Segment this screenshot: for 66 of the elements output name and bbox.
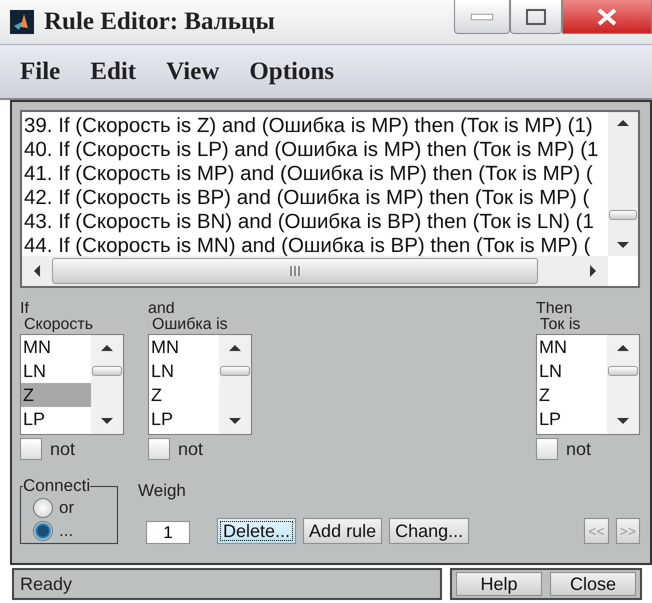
not-checkbox[interactable] — [20, 438, 42, 460]
checkbox-label: not — [50, 438, 76, 460]
maximize-button[interactable] — [510, 0, 562, 34]
scroll-left-icon[interactable] — [32, 265, 42, 277]
scroll-thumb[interactable] — [609, 210, 637, 220]
window-title: Rule Editor: Вальцы — [44, 8, 276, 36]
term-item[interactable]: Z — [21, 383, 91, 407]
group-label: Connecti — [23, 476, 90, 496]
scroll-thumb[interactable] — [92, 366, 122, 376]
list-scrollbar[interactable] — [91, 335, 123, 434]
menu-item[interactable]: File — [20, 58, 60, 86]
close-button[interactable] — [562, 0, 652, 34]
scroll-down-icon[interactable] — [229, 416, 241, 426]
scroll-up-icon[interactable] — [617, 118, 629, 128]
rule-item[interactable]: 40. If (Скорость is LP) and (Ошибка is MP) then (Ток is MP) (1 — [24, 138, 608, 162]
status-text: Ready — [12, 568, 442, 600]
list-scrollbar[interactable] — [219, 335, 251, 434]
action-button[interactable]: Delete... — [217, 518, 296, 544]
rule-list[interactable] — [20, 110, 640, 288]
list-scrollbar[interactable] — [607, 335, 639, 434]
scroll-down-icon[interactable] — [101, 416, 113, 426]
scroll-up-icon[interactable] — [617, 343, 629, 353]
term-list[interactable]: MN LN Z LP — [536, 334, 640, 435]
variable-label: Ошибка is — [151, 316, 229, 332]
scroll-up-icon[interactable] — [229, 343, 241, 353]
vertical-scrollbar[interactable] — [608, 112, 638, 256]
scroll-thumb[interactable] — [220, 366, 250, 376]
scroll-right-icon[interactable] — [588, 265, 598, 277]
rule-item[interactable]: 42. If (Скорость is BP) and (Ошибка is MP) then (Ток is MP) ( — [24, 186, 608, 210]
weight-label: Weigh — [138, 481, 187, 501]
scroll-thumb[interactable] — [52, 258, 538, 284]
radio-label: ... — [59, 521, 74, 542]
checkbox-label: not — [566, 438, 592, 460]
rule-item[interactable]: 44. If (Скорость is MN) and (Ошибка is BP) then (Ток is MP) ( — [24, 234, 608, 256]
horizontal-scrollbar[interactable] — [22, 256, 608, 286]
footer-button[interactable]: Close — [550, 572, 636, 596]
menu-item[interactable]: Options — [249, 58, 334, 86]
not-checkbox[interactable] — [148, 438, 170, 460]
term-list[interactable]: MN LN Z LP — [148, 334, 252, 435]
radio-label: or — [59, 498, 74, 518]
action-button[interactable]: Chang... — [389, 518, 470, 544]
radio-button[interactable] — [33, 521, 53, 542]
scroll-up-icon[interactable] — [101, 343, 113, 353]
weight-field[interactable]: 1 — [146, 521, 190, 544]
menu-item[interactable]: Edit — [90, 58, 136, 86]
variable-label: Ток is — [539, 316, 582, 332]
minimize-button[interactable] — [454, 0, 510, 34]
maximize-icon — [526, 8, 546, 24]
radio-button[interactable] — [33, 498, 53, 518]
checkbox-label: not — [178, 438, 204, 460]
rule-item[interactable]: 43. If (Скорость is BN) and (Ошибка is BP) then (Ток is LN) (1 — [24, 210, 608, 234]
rule-item[interactable]: 39. If (Скорость is Z) and (Ошибка is MP) then (Ток is MP) (1) — [24, 114, 608, 138]
not-checkbox[interactable] — [536, 438, 558, 460]
menu-item[interactable]: View — [166, 58, 220, 86]
term-list[interactable]: MN LN Z LP — [20, 334, 124, 435]
minimize-icon — [471, 14, 493, 20]
scroll-thumb[interactable] — [608, 366, 638, 376]
action-button[interactable]: Add rule — [303, 518, 382, 544]
app-logo-icon — [10, 10, 34, 34]
variable-label: Скорость — [23, 316, 94, 332]
grip-icon — [289, 266, 301, 276]
close-icon — [596, 8, 618, 26]
scroll-down-icon[interactable] — [617, 416, 629, 426]
rule-item[interactable]: 41. If (Скорость is MP) and (Ошибка is MP) then (Ток is MP) ( — [24, 162, 608, 186]
scroll-down-icon[interactable] — [617, 240, 629, 250]
footer-button[interactable]: Help — [456, 572, 542, 596]
